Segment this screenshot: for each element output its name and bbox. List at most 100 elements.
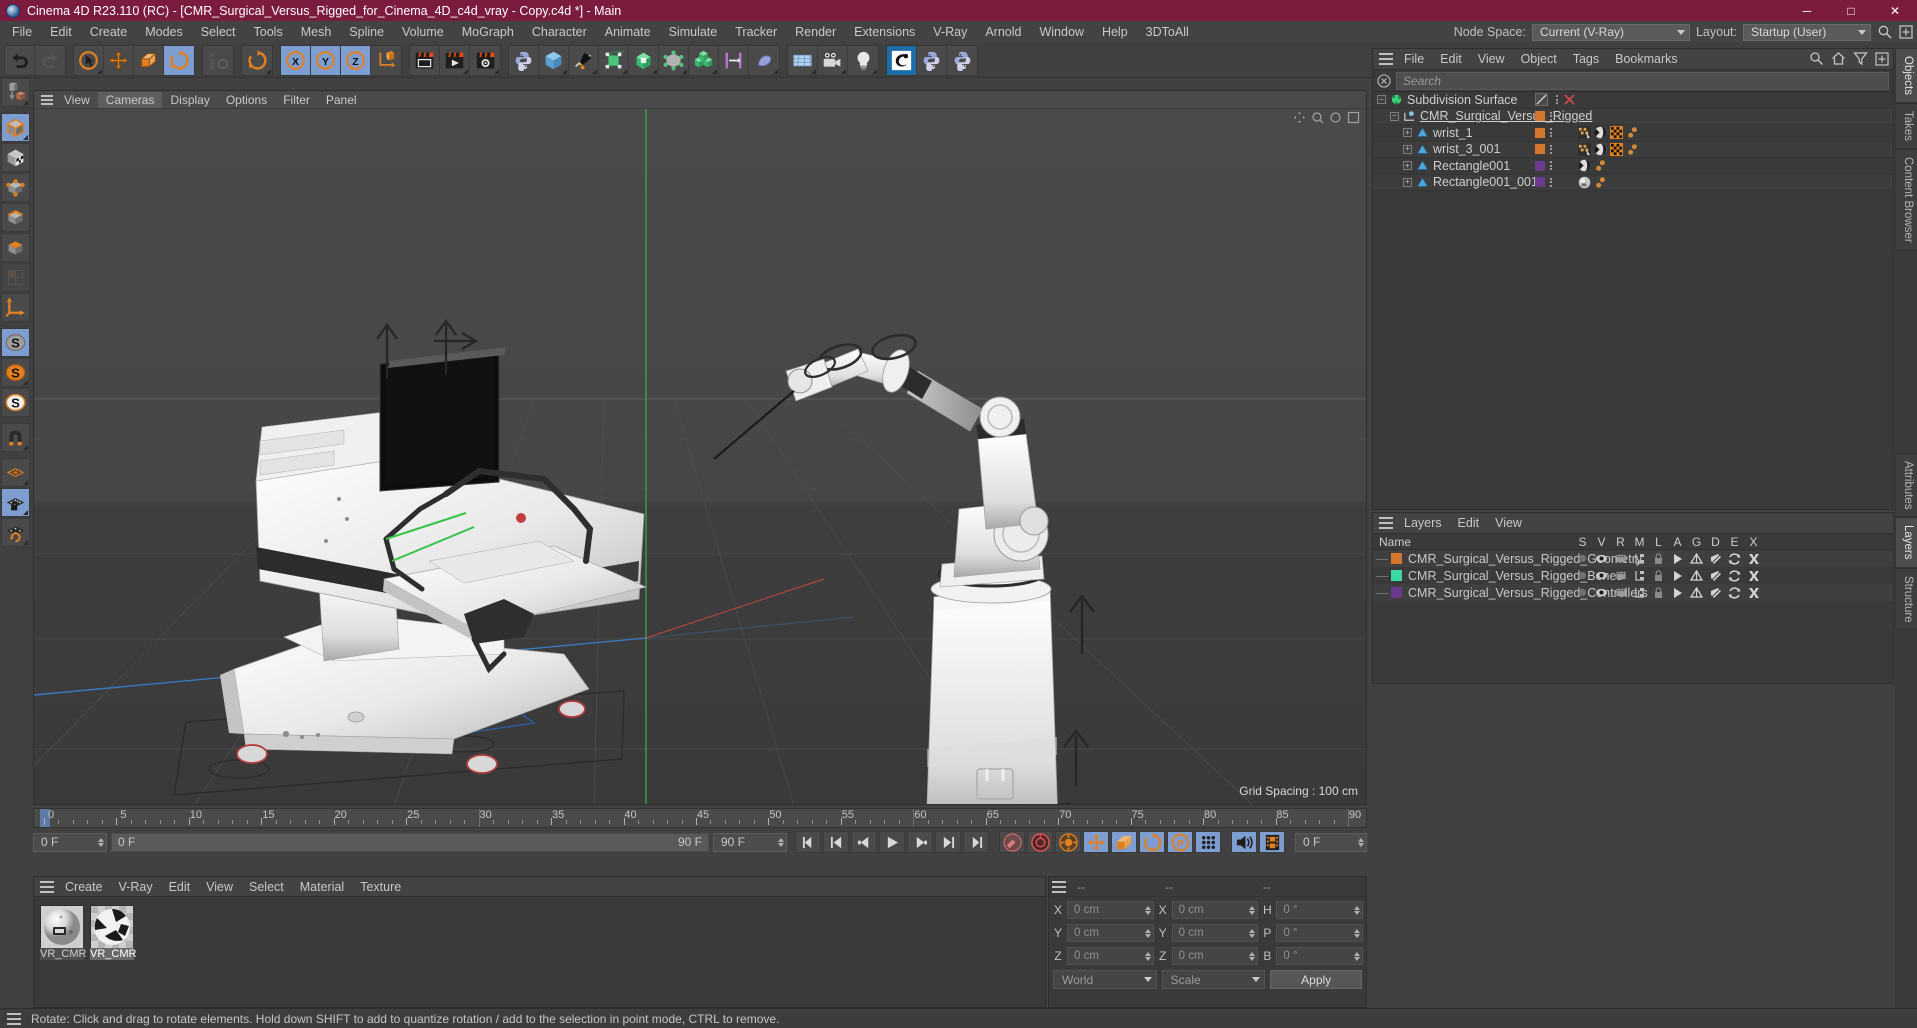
mograph-button[interactable] [689,45,719,75]
object-dots-icon[interactable] [1556,95,1558,105]
layer-toggle-e[interactable] [1725,586,1744,599]
spinner-icon[interactable] [1144,951,1151,961]
apply-button[interactable]: Apply [1270,970,1363,989]
rotation-h-input[interactable]: 0 ° [1276,901,1364,919]
layer-column-r[interactable]: R [1611,535,1630,549]
object-menu-file[interactable]: File [1396,50,1432,68]
viewport-menu-view[interactable]: View [56,92,98,108]
material-menu-create[interactable]: Create [57,878,111,896]
quantize-button[interactable] [1,518,30,547]
make-editable-button[interactable] [1,78,30,107]
layer-column-g[interactable]: G [1687,535,1706,549]
position-x-input[interactable]: 0 cm [1067,901,1154,919]
render-to-picture-viewer-button[interactable] [440,45,470,75]
object-row[interactable]: + Rectangle001 [1373,158,1893,175]
object-row[interactable]: + wrist_3_001 [1373,141,1893,158]
cineware-button[interactable] [887,45,917,75]
maximize-view-icon[interactable] [1347,111,1360,124]
spinner-icon[interactable] [98,837,104,847]
record-active-objects-button[interactable] [999,831,1025,853]
floor-button[interactable] [788,45,818,75]
layer-toggle-s[interactable] [1573,587,1592,598]
preview-range-bar[interactable]: 0 F 90 F [111,832,709,852]
menu-item-mograph[interactable]: MoGraph [453,22,523,42]
layer-toggle-m[interactable] [1630,570,1649,582]
layer-column-v[interactable]: V [1592,535,1611,549]
layer-toggle-e[interactable] [1725,552,1744,565]
layer-toggle-d[interactable] [1706,553,1725,565]
menu-item-extensions[interactable]: Extensions [845,22,924,42]
menu-item-3dtoall[interactable]: 3DToAll [1137,22,1198,42]
layer-color-swatch[interactable] [1391,570,1402,581]
python-script-2-button[interactable] [947,45,977,75]
viewport-menu-filter[interactable]: Filter [275,92,318,108]
expand-toggle-icon[interactable]: − [1377,95,1386,105]
rotation-p-input[interactable]: 0 ° [1276,924,1364,942]
material-item[interactable]: VR_CMR [90,905,136,960]
status-menu-icon[interactable] [4,1011,24,1027]
object-search-input[interactable]: Search [1396,71,1889,90]
clear-search-icon[interactable] [1377,73,1391,88]
menu-item-modes[interactable]: Modes [136,22,192,42]
object-dots-icon[interactable] [1550,128,1552,138]
workplane-button[interactable]: S [1,358,30,387]
home-icon[interactable] [1831,51,1846,66]
end-frame-field[interactable]: 90 F [713,832,787,852]
layer-toggle-a[interactable] [1668,587,1687,599]
array-button[interactable] [629,45,659,75]
material-item[interactable]: VR_CMR [40,905,86,960]
python-script-1-button[interactable] [917,45,947,75]
close-button[interactable]: ✕ [1873,0,1917,21]
object-dots-icon[interactable] [1550,161,1552,171]
spinner-icon[interactable] [1249,928,1256,938]
material-preview-sphere[interactable] [90,905,133,948]
node-space-dropdown[interactable]: Current (V-Ray) [1531,23,1690,41]
search-icon[interactable] [1809,51,1824,66]
spinner-icon[interactable] [1144,928,1151,938]
material-menu-view[interactable]: View [198,878,241,896]
position-y-input[interactable]: 0 cm [1067,924,1154,942]
object-row[interactable]: − CMR_Surgical_Versus_Rigged [1373,108,1893,125]
menu-item-animate[interactable]: Animate [596,22,660,42]
menu-item-character[interactable]: Character [523,22,596,42]
parameter-key-button[interactable]: P [1167,831,1193,853]
menu-item-tools[interactable]: Tools [245,22,292,42]
layer-toggle-v[interactable] [1592,587,1611,598]
search-icon[interactable] [1877,24,1893,40]
point-mode-button[interactable] [1,173,30,202]
layer-column-a[interactable]: A [1668,535,1687,549]
position-key-button[interactable] [1083,831,1109,853]
object-dots-icon[interactable] [1550,177,1552,187]
camera-button[interactable] [818,45,848,75]
expand-toggle-icon[interactable]: + [1403,161,1412,171]
autokeying-button[interactable] [1027,831,1053,853]
live-selection-button[interactable] [74,45,104,75]
add-panel-icon[interactable] [1899,25,1913,39]
polygon-mode-button[interactable] [1,233,30,262]
layer-row[interactable]: — CMR_Surgical_Versus_Rigged_Geometry [1373,550,1893,567]
current-frame-field[interactable]: 0 F [33,832,107,852]
layer-color-swatch[interactable] [1391,587,1402,598]
deformer-button[interactable] [659,45,689,75]
minimize-button[interactable]: ─ [1785,0,1829,21]
film-button[interactable] [1259,831,1285,853]
object-row[interactable]: + wrist_1 [1373,125,1893,142]
layer-toggle-v[interactable] [1592,553,1611,564]
vertical-tab-structure[interactable]: Structure [1895,567,1917,631]
layer-color-swatch[interactable] [1391,553,1402,564]
redo-button[interactable] [35,45,65,75]
rotation-key-button[interactable] [1139,831,1165,853]
spinner-icon[interactable] [1354,951,1361,961]
scale-tool-button[interactable] [134,45,164,75]
layer-toggle-x[interactable] [1744,587,1763,599]
magnet-button[interactable] [1,423,30,452]
edge-mode-button[interactable] [1,203,30,232]
viewport-menu-display[interactable]: Display [162,92,217,108]
layer-toggle-r[interactable] [1611,553,1630,564]
object-row[interactable]: + Rectangle001_001 [1373,174,1893,191]
material-manager-menu-icon[interactable] [37,879,57,895]
material-menu-texture[interactable]: Texture [352,878,409,896]
light-button[interactable] [848,45,878,75]
layer-toggle-s[interactable] [1573,570,1592,581]
menu-item-arnold[interactable]: Arnold [976,22,1030,42]
